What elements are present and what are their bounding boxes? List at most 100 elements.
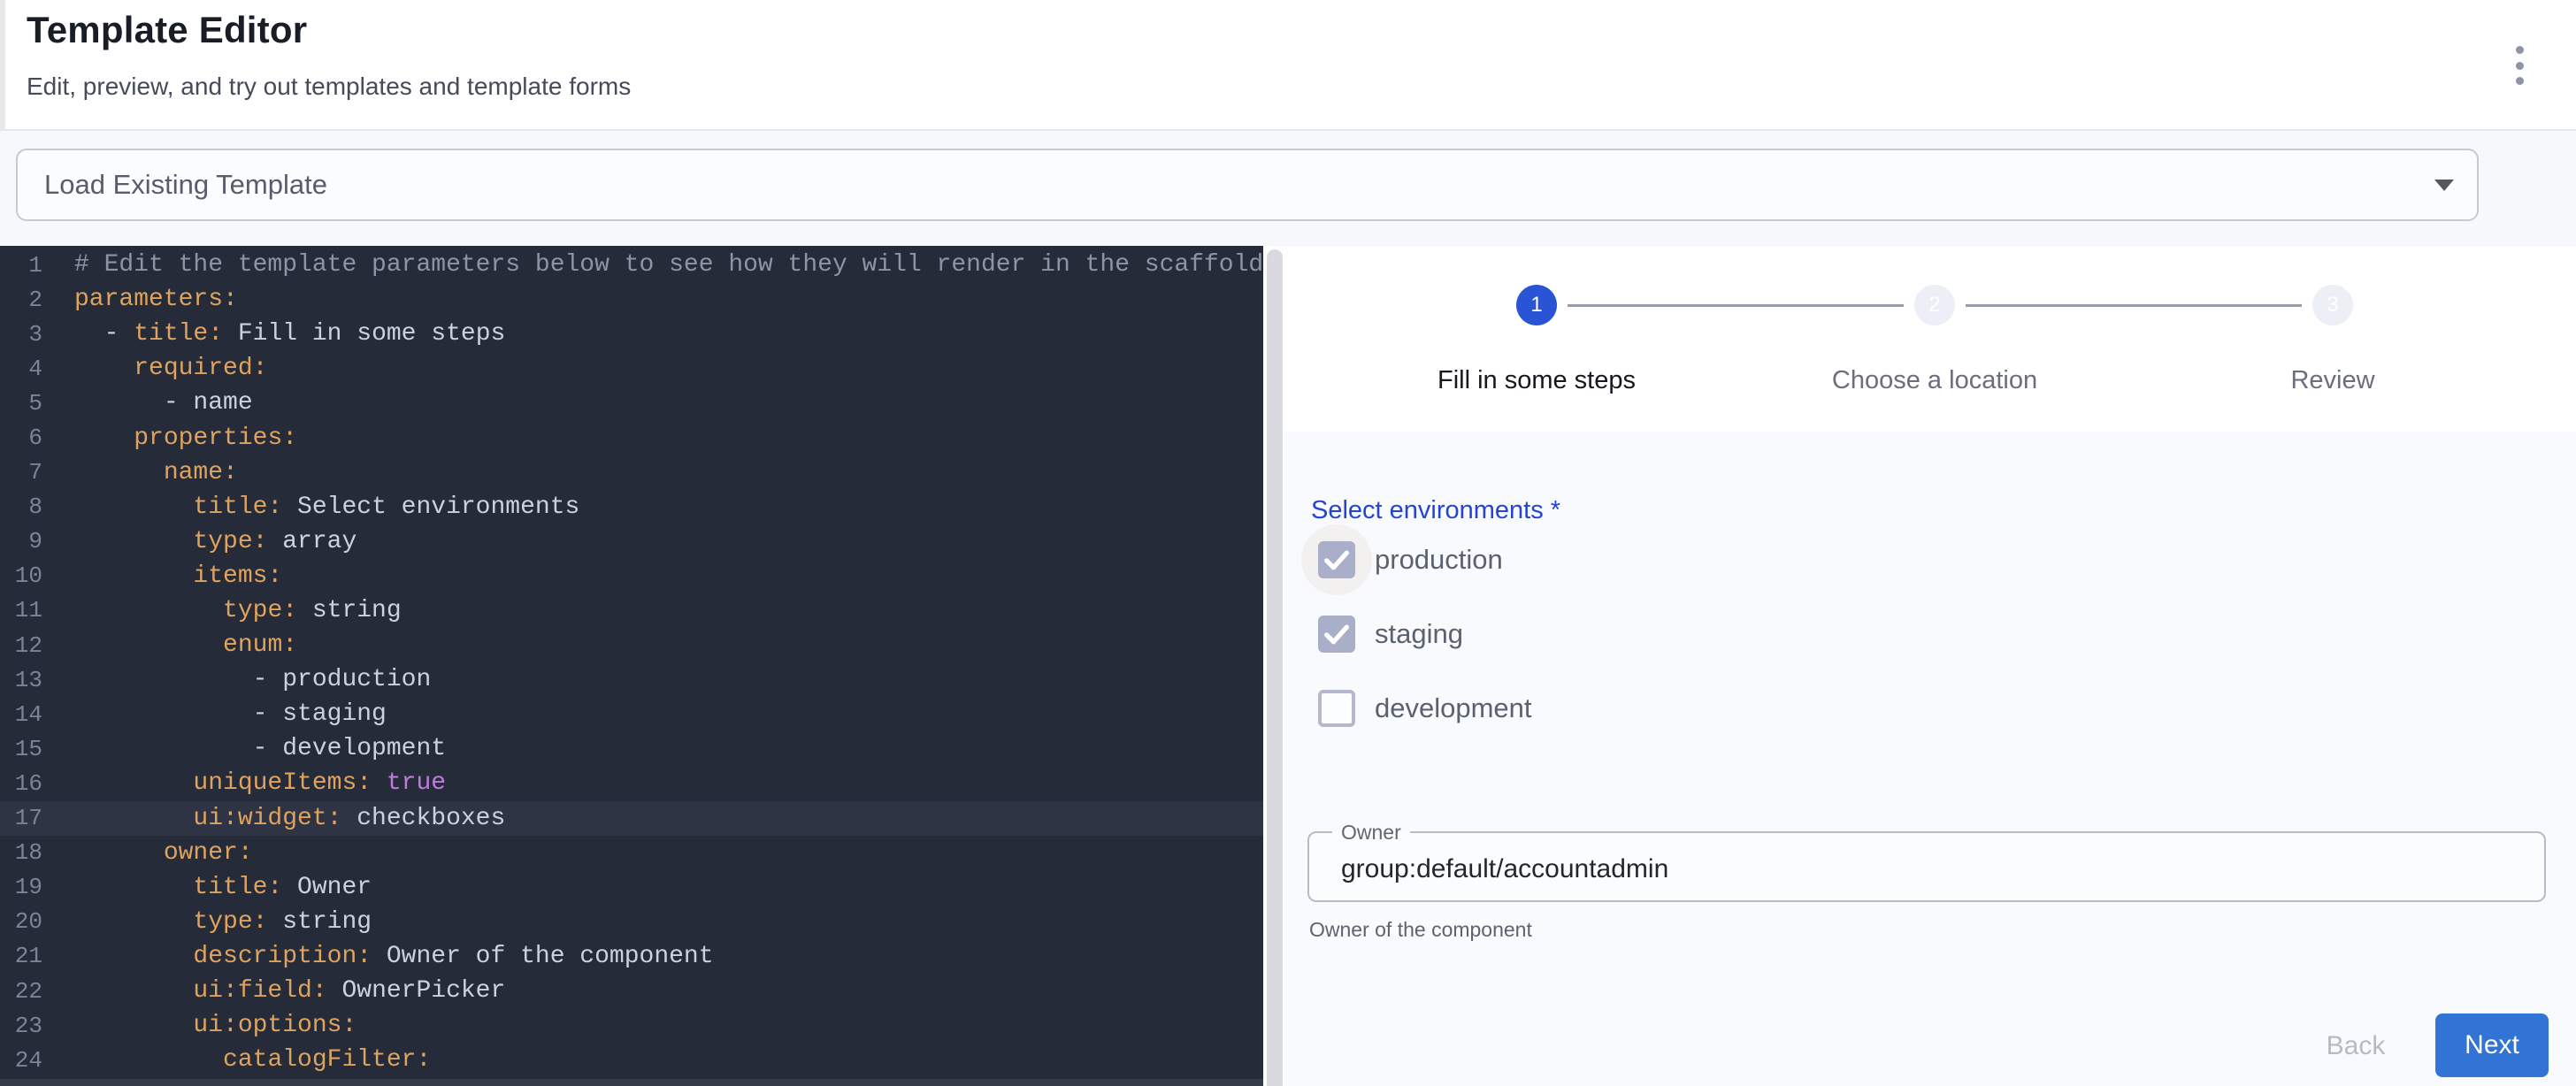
window-edge-scrollbar: [0, 0, 5, 129]
editor-line[interactable]: 5 - name: [0, 386, 1263, 420]
page-header: Template Editor Edit, preview, and try o…: [0, 0, 2576, 129]
editor-line[interactable]: 20 type: string: [0, 905, 1263, 939]
line-code[interactable]: type: string: [42, 908, 372, 936]
editor-line[interactable]: 3 - title: Fill in some steps: [0, 317, 1263, 351]
line-number: 23: [0, 1013, 42, 1039]
line-code[interactable]: uniqueItems: true: [42, 769, 446, 797]
editor-line[interactable]: 17 ui:widget: checkboxes: [0, 801, 1263, 836]
checkbox-label[interactable]: development: [1375, 692, 1532, 724]
stepper: 1 Fill in some steps 2 Choose a location 3 Re…: [1284, 246, 2576, 432]
step-connector: [1568, 304, 1904, 307]
code-editor[interactable]: 1# Edit the template parameters below to…: [0, 246, 1263, 1086]
back-button[interactable]: Back: [2298, 1013, 2413, 1077]
page-subtitle: Edit, preview, and try out templates and…: [27, 73, 631, 101]
checkbox-checked[interactable]: [1318, 541, 1355, 578]
line-number: 22: [0, 978, 42, 1005]
line-code[interactable]: parameters:: [42, 286, 238, 313]
editor-line[interactable]: 16 uniqueItems: true: [0, 766, 1263, 800]
editor-line[interactable]: 8 title: Select environments: [0, 490, 1263, 524]
step-circle[interactable]: 1: [1516, 285, 1557, 325]
line-code[interactable]: title: Select environments: [42, 493, 579, 521]
line-code[interactable]: - staging: [42, 700, 387, 728]
line-code[interactable]: ui:field: OwnerPicker: [42, 977, 505, 1005]
panel-scrollbar[interactable]: [1267, 249, 1283, 1086]
line-code[interactable]: - development: [42, 735, 446, 762]
line-code[interactable]: required:: [42, 355, 267, 382]
owner-helper-text: Owner of the component: [1309, 918, 1532, 942]
step-label: Fill in some steps: [1377, 366, 1696, 395]
line-code[interactable]: items:: [42, 562, 282, 590]
step-connector: [1966, 304, 2302, 307]
step-label: Review: [2174, 366, 2492, 395]
editor-line[interactable]: 10 items:: [0, 559, 1263, 593]
editor-line[interactable]: 4 required:: [0, 351, 1263, 386]
template-form: Select environments * production staging d…: [1284, 432, 2576, 1086]
owner-input[interactable]: group:default/accountadmin: [1341, 854, 1668, 884]
line-number: 4: [0, 356, 42, 382]
step-circle[interactable]: 3: [2312, 285, 2353, 325]
line-number: 15: [0, 736, 42, 762]
line-number: 20: [0, 908, 42, 935]
step-circle[interactable]: 2: [1914, 285, 1955, 325]
editor-line[interactable]: 14 - staging: [0, 697, 1263, 731]
line-code[interactable]: ui:options:: [42, 1012, 356, 1039]
editor-line[interactable]: 6 properties:: [0, 420, 1263, 455]
line-code[interactable]: name:: [42, 459, 238, 486]
editor-line[interactable]: 19 title: Owner: [0, 870, 1263, 905]
owner-field-label: Owner: [1332, 821, 1410, 844]
editor-line[interactable]: 18 owner:: [0, 836, 1263, 870]
line-code[interactable]: ui:widget: checkboxes: [42, 805, 505, 832]
line-number: 16: [0, 770, 42, 797]
editor-line[interactable]: 13 - production: [0, 662, 1263, 697]
line-code[interactable]: - production: [42, 666, 431, 693]
line-number: 19: [0, 874, 42, 900]
template-preview-panel: 1 Fill in some steps 2 Choose a location 3 Re…: [1284, 246, 2576, 1086]
line-number: 7: [0, 459, 42, 486]
line-number: 6: [0, 424, 42, 451]
more-options-icon[interactable]: [2507, 44, 2532, 87]
editor-line[interactable]: 21 description: Owner of the component: [0, 939, 1263, 974]
line-number: 9: [0, 528, 42, 554]
environment-checkbox-row[interactable]: production: [1284, 523, 1904, 597]
editor-horizontal-scrollbar[interactable]: [0, 1079, 1263, 1086]
editor-line[interactable]: 23 ui:options:: [0, 1008, 1263, 1043]
editor-line[interactable]: 15 - development: [0, 731, 1263, 766]
editor-line[interactable]: 12 enum:: [0, 628, 1263, 662]
editor-line[interactable]: 11 type: string: [0, 593, 1263, 628]
checkbox-unchecked[interactable]: [1318, 690, 1355, 727]
line-code[interactable]: enum:: [42, 631, 297, 659]
line-number: 10: [0, 562, 42, 589]
step-label: Choose a location: [1775, 366, 2094, 395]
checkbox-label[interactable]: production: [1375, 544, 1503, 576]
line-code[interactable]: properties:: [42, 424, 297, 452]
environment-checkbox-row[interactable]: staging: [1284, 597, 1904, 671]
line-code[interactable]: catalogFilter:: [42, 1046, 431, 1074]
select-environments-label: Select environments *: [1311, 496, 1560, 525]
editor-line[interactable]: 2parameters:: [0, 282, 1263, 317]
line-code[interactable]: type: string: [42, 597, 402, 624]
line-code[interactable]: title: Owner: [42, 874, 372, 901]
line-code[interactable]: - title: Fill in some steps: [42, 320, 505, 348]
load-existing-template-select[interactable]: Load Existing Template: [16, 149, 2479, 221]
next-button[interactable]: Next: [2435, 1013, 2549, 1077]
line-code[interactable]: type: array: [42, 528, 356, 555]
editor-line[interactable]: 1# Edit the template parameters below to…: [0, 248, 1263, 282]
line-number: 21: [0, 943, 42, 969]
line-code[interactable]: - name: [42, 389, 253, 417]
environment-checkbox-row[interactable]: development: [1284, 671, 1904, 746]
editor-line[interactable]: 9 type: array: [0, 524, 1263, 559]
line-number: 18: [0, 839, 42, 866]
editor-line[interactable]: 7 name:: [0, 455, 1263, 490]
line-number: 3: [0, 321, 42, 348]
line-number: 5: [0, 390, 42, 417]
line-code[interactable]: description: Owner of the component: [42, 943, 714, 970]
line-number: 11: [0, 597, 42, 623]
line-code[interactable]: owner:: [42, 839, 253, 867]
line-number: 8: [0, 493, 42, 520]
editor-line[interactable]: 22 ui:field: OwnerPicker: [0, 974, 1263, 1008]
line-number: 13: [0, 667, 42, 693]
checkbox-label[interactable]: staging: [1375, 618, 1463, 650]
line-code[interactable]: # Edit the template parameters below to …: [42, 251, 1263, 279]
editor-line[interactable]: 24 catalogFilter:: [0, 1043, 1263, 1077]
checkbox-checked[interactable]: [1318, 616, 1355, 653]
